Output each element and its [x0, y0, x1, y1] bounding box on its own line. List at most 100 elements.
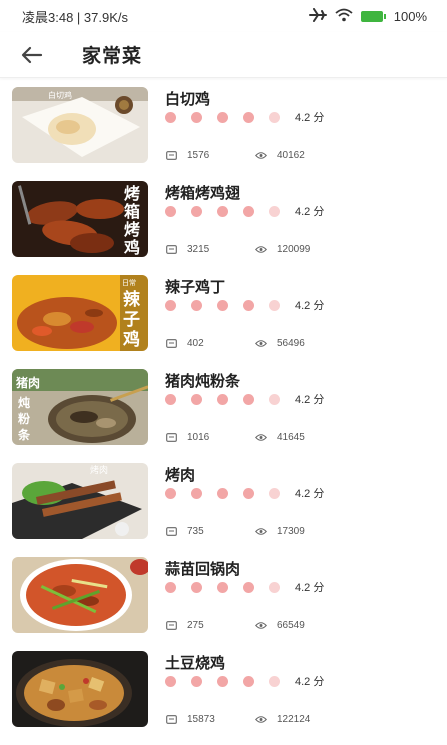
recipe-thumbnail: 白切鸡 [12, 87, 148, 163]
view-count: 17309 [277, 525, 305, 537]
recipe-title: 烤肉 [165, 467, 196, 484]
view-icon [255, 244, 267, 254]
comment-count: 735 [187, 525, 204, 537]
comment-count: 1016 [187, 431, 210, 443]
recipe-title: 猪肉炖粉条 [165, 373, 241, 390]
status-icons: 100% [308, 7, 427, 25]
rating-dot [165, 487, 176, 499]
comment-icon [165, 338, 177, 348]
rating-dot [191, 581, 202, 593]
comment-count: 3215 [187, 243, 210, 255]
rating-dot [165, 581, 176, 593]
thumbnail-tag: 日常 [122, 278, 136, 287]
rating-score: 4.2 分 [295, 206, 325, 218]
view-icon [255, 338, 267, 348]
comment-count: 1576 [187, 149, 210, 161]
view-count: 66549 [277, 619, 305, 631]
airplane-icon [308, 7, 327, 25]
comment-icon [165, 526, 177, 536]
back-button[interactable] [12, 35, 52, 75]
rating-dot [269, 111, 280, 123]
rating: 4.2 分 [165, 485, 324, 501]
svg-text:猪肉: 猪肉 [15, 375, 40, 390]
rating-dot [165, 675, 176, 687]
back-arrow-icon [21, 46, 43, 63]
rating-dot [217, 299, 228, 311]
rating-dot [191, 299, 202, 311]
comment-count: 402 [187, 337, 204, 349]
recipe-thumbnail: 烤 箱 烤 鸡 [12, 181, 148, 257]
comment-icon [165, 150, 177, 160]
recipe-item[interactable]: 土豆烧鸡 4.2 分 15873 122124 [0, 646, 447, 740]
rating-dot [243, 581, 254, 593]
stats: 275 66549 [165, 618, 305, 632]
recipe-thumbnail: 猪肉 炖 粉 条 [12, 369, 148, 445]
rating-dot [165, 393, 176, 405]
thumbnail-caption: 烤 [124, 184, 140, 203]
recipe-thumbnail [12, 651, 148, 727]
rating-dot [191, 393, 202, 405]
recipe-item[interactable]: 白切鸡 白切鸡 4.2 分 1576 40162 [0, 82, 447, 176]
comment-count: 15873 [187, 713, 215, 725]
rating: 4.2 分 [165, 203, 324, 219]
svg-text:烤: 烤 [124, 220, 140, 239]
rating-score: 4.2 分 [295, 112, 325, 124]
rating-score: 4.2 分 [295, 488, 325, 500]
view-icon [255, 620, 267, 630]
rating-score: 4.2 分 [295, 676, 325, 688]
battery-level: 100% [393, 8, 427, 24]
view-count: 122124 [277, 713, 311, 725]
rating-dot [269, 393, 280, 405]
rating: 4.2 分 [165, 297, 324, 313]
view-icon [255, 714, 267, 724]
wifi-icon [335, 8, 353, 25]
recipe-item[interactable]: 烤 箱 烤 鸡 烤箱烤鸡翅 4.2 分 3215 120099 [0, 176, 447, 270]
rating-dot [217, 487, 228, 499]
recipe-thumbnail: 日常 辣 子 鸡 [12, 275, 148, 351]
thumbnail-caption: 白切鸡 [48, 90, 72, 100]
rating-score: 4.2 分 [295, 300, 325, 312]
svg-text:箱: 箱 [124, 202, 140, 221]
rating-dot [243, 111, 254, 123]
comment-count: 275 [187, 619, 204, 631]
svg-text:粉: 粉 [18, 411, 30, 426]
rating-dot [165, 299, 176, 311]
recipe-thumbnail: 烤肉 [12, 463, 148, 539]
stats: 735 17309 [165, 524, 305, 538]
view-count: 56496 [277, 337, 305, 349]
recipe-list: 白切鸡 白切鸡 4.2 分 1576 40162 烤 箱 烤 鸡 烤箱烤鸡翅 4… [0, 82, 447, 740]
rating-dot [217, 581, 228, 593]
rating-dot [243, 393, 254, 405]
view-count: 40162 [277, 149, 305, 161]
rating-dot [191, 205, 202, 217]
stats: 1016 41645 [165, 430, 305, 444]
view-icon [255, 526, 267, 536]
rating-dot [191, 111, 202, 123]
status-time-speed: 凌晨3:48 | 37.9K/s [22, 9, 128, 25]
rating-score: 4.2 分 [295, 394, 325, 406]
stats: 1576 40162 [165, 148, 305, 162]
view-count: 41645 [277, 431, 305, 443]
battery-icon [360, 10, 386, 22]
recipe-item[interactable]: 日常 辣 子 鸡 辣子鸡丁 4.2 分 402 56496 [0, 270, 447, 364]
rating-dot [243, 487, 254, 499]
svg-text:辣: 辣 [123, 289, 141, 310]
rating: 4.2 分 [165, 579, 324, 595]
recipe-title: 土豆烧鸡 [165, 655, 226, 672]
rating-dot [269, 487, 280, 499]
recipe-item[interactable]: 蒜苗回锅肉 4.2 分 275 66549 [0, 552, 447, 646]
recipe-thumbnail [12, 557, 148, 633]
svg-text:鸡: 鸡 [122, 329, 140, 350]
thumbnail-caption: 烤肉 [90, 464, 108, 476]
rating-dot [165, 205, 176, 217]
view-count: 120099 [277, 243, 311, 255]
view-icon [255, 150, 267, 160]
rating-score: 4.2 分 [295, 582, 325, 594]
recipe-title: 蒜苗回锅肉 [165, 561, 241, 578]
recipe-item[interactable]: 猪肉 炖 粉 条 猪肉炖粉条 4.2 分 1016 41645 [0, 364, 447, 458]
rating-dot [217, 205, 228, 217]
rating: 4.2 分 [165, 109, 324, 125]
svg-text:炖: 炖 [18, 395, 30, 410]
rating-dot [217, 675, 228, 687]
recipe-item[interactable]: 烤肉 烤肉 4.2 分 735 17309 [0, 458, 447, 552]
